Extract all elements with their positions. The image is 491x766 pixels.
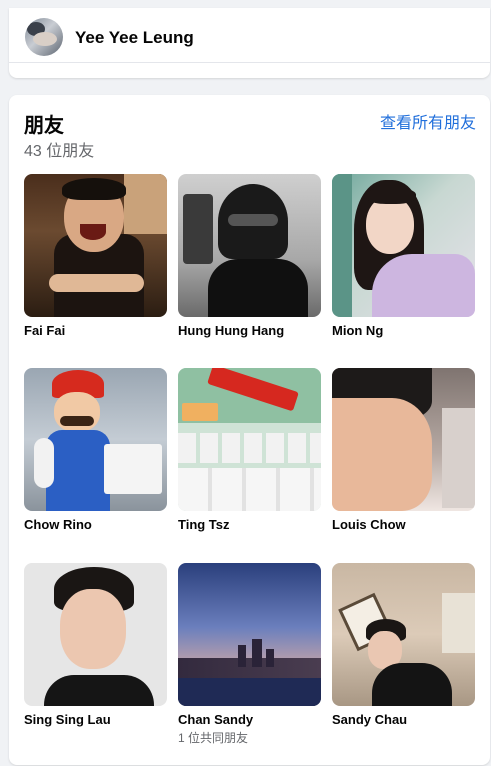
see-all-friends-link[interactable]: 查看所有朋友 (380, 109, 476, 133)
friend-tile[interactable]: Sandy Chau (332, 563, 475, 727)
friend-photo[interactable] (332, 174, 475, 317)
friend-photo[interactable] (178, 368, 321, 511)
friends-section: 朋友 43 位朋友 查看所有朋友 Fai Fai Hung Hung Hang (9, 95, 490, 765)
friend-photo[interactable] (178, 174, 321, 317)
friend-tile[interactable]: Hung Hung Hang (178, 174, 321, 338)
friend-name[interactable]: Sandy Chau (332, 712, 475, 727)
friend-name[interactable]: Chow Rino (24, 517, 167, 532)
friend-photo[interactable] (24, 368, 167, 511)
friend-tile[interactable]: Sing Sing Lau (24, 563, 167, 727)
profile-name[interactable]: Yee Yee Leung (75, 28, 194, 48)
mutual-friends-count[interactable]: 1 位共同朋友 (178, 729, 321, 746)
friend-photo[interactable] (332, 563, 475, 706)
friend-photo[interactable] (332, 368, 475, 511)
friend-name[interactable]: Louis Chow (332, 517, 475, 532)
friend-tile[interactable]: Chow Rino (24, 368, 167, 532)
friend-name[interactable]: Fai Fai (24, 323, 167, 338)
friend-tile[interactable]: Louis Chow (332, 368, 475, 532)
friend-tile[interactable]: Ting Tsz (178, 368, 321, 532)
profile-header-card: Yee Yee Leung (9, 8, 490, 78)
profile-avatar[interactable] (25, 18, 63, 56)
friend-name[interactable]: Sing Sing Lau (24, 712, 167, 727)
friend-photo[interactable] (178, 563, 321, 706)
header-divider (9, 62, 490, 63)
friend-name[interactable]: Hung Hung Hang (178, 323, 321, 338)
friend-count: 43 位朋友 (24, 143, 95, 160)
friend-photo[interactable] (24, 174, 167, 317)
friend-tile[interactable]: Chan Sandy 1 位共同朋友 (178, 563, 321, 746)
friend-tile[interactable]: Mion Ng (332, 174, 475, 338)
friend-name[interactable]: Mion Ng (332, 323, 475, 338)
friend-tile[interactable]: Fai Fai (24, 174, 167, 338)
section-title[interactable]: 朋友 (24, 109, 64, 138)
friend-photo[interactable] (24, 563, 167, 706)
friend-name[interactable]: Ting Tsz (178, 517, 321, 532)
friend-name[interactable]: Chan Sandy (178, 712, 321, 727)
